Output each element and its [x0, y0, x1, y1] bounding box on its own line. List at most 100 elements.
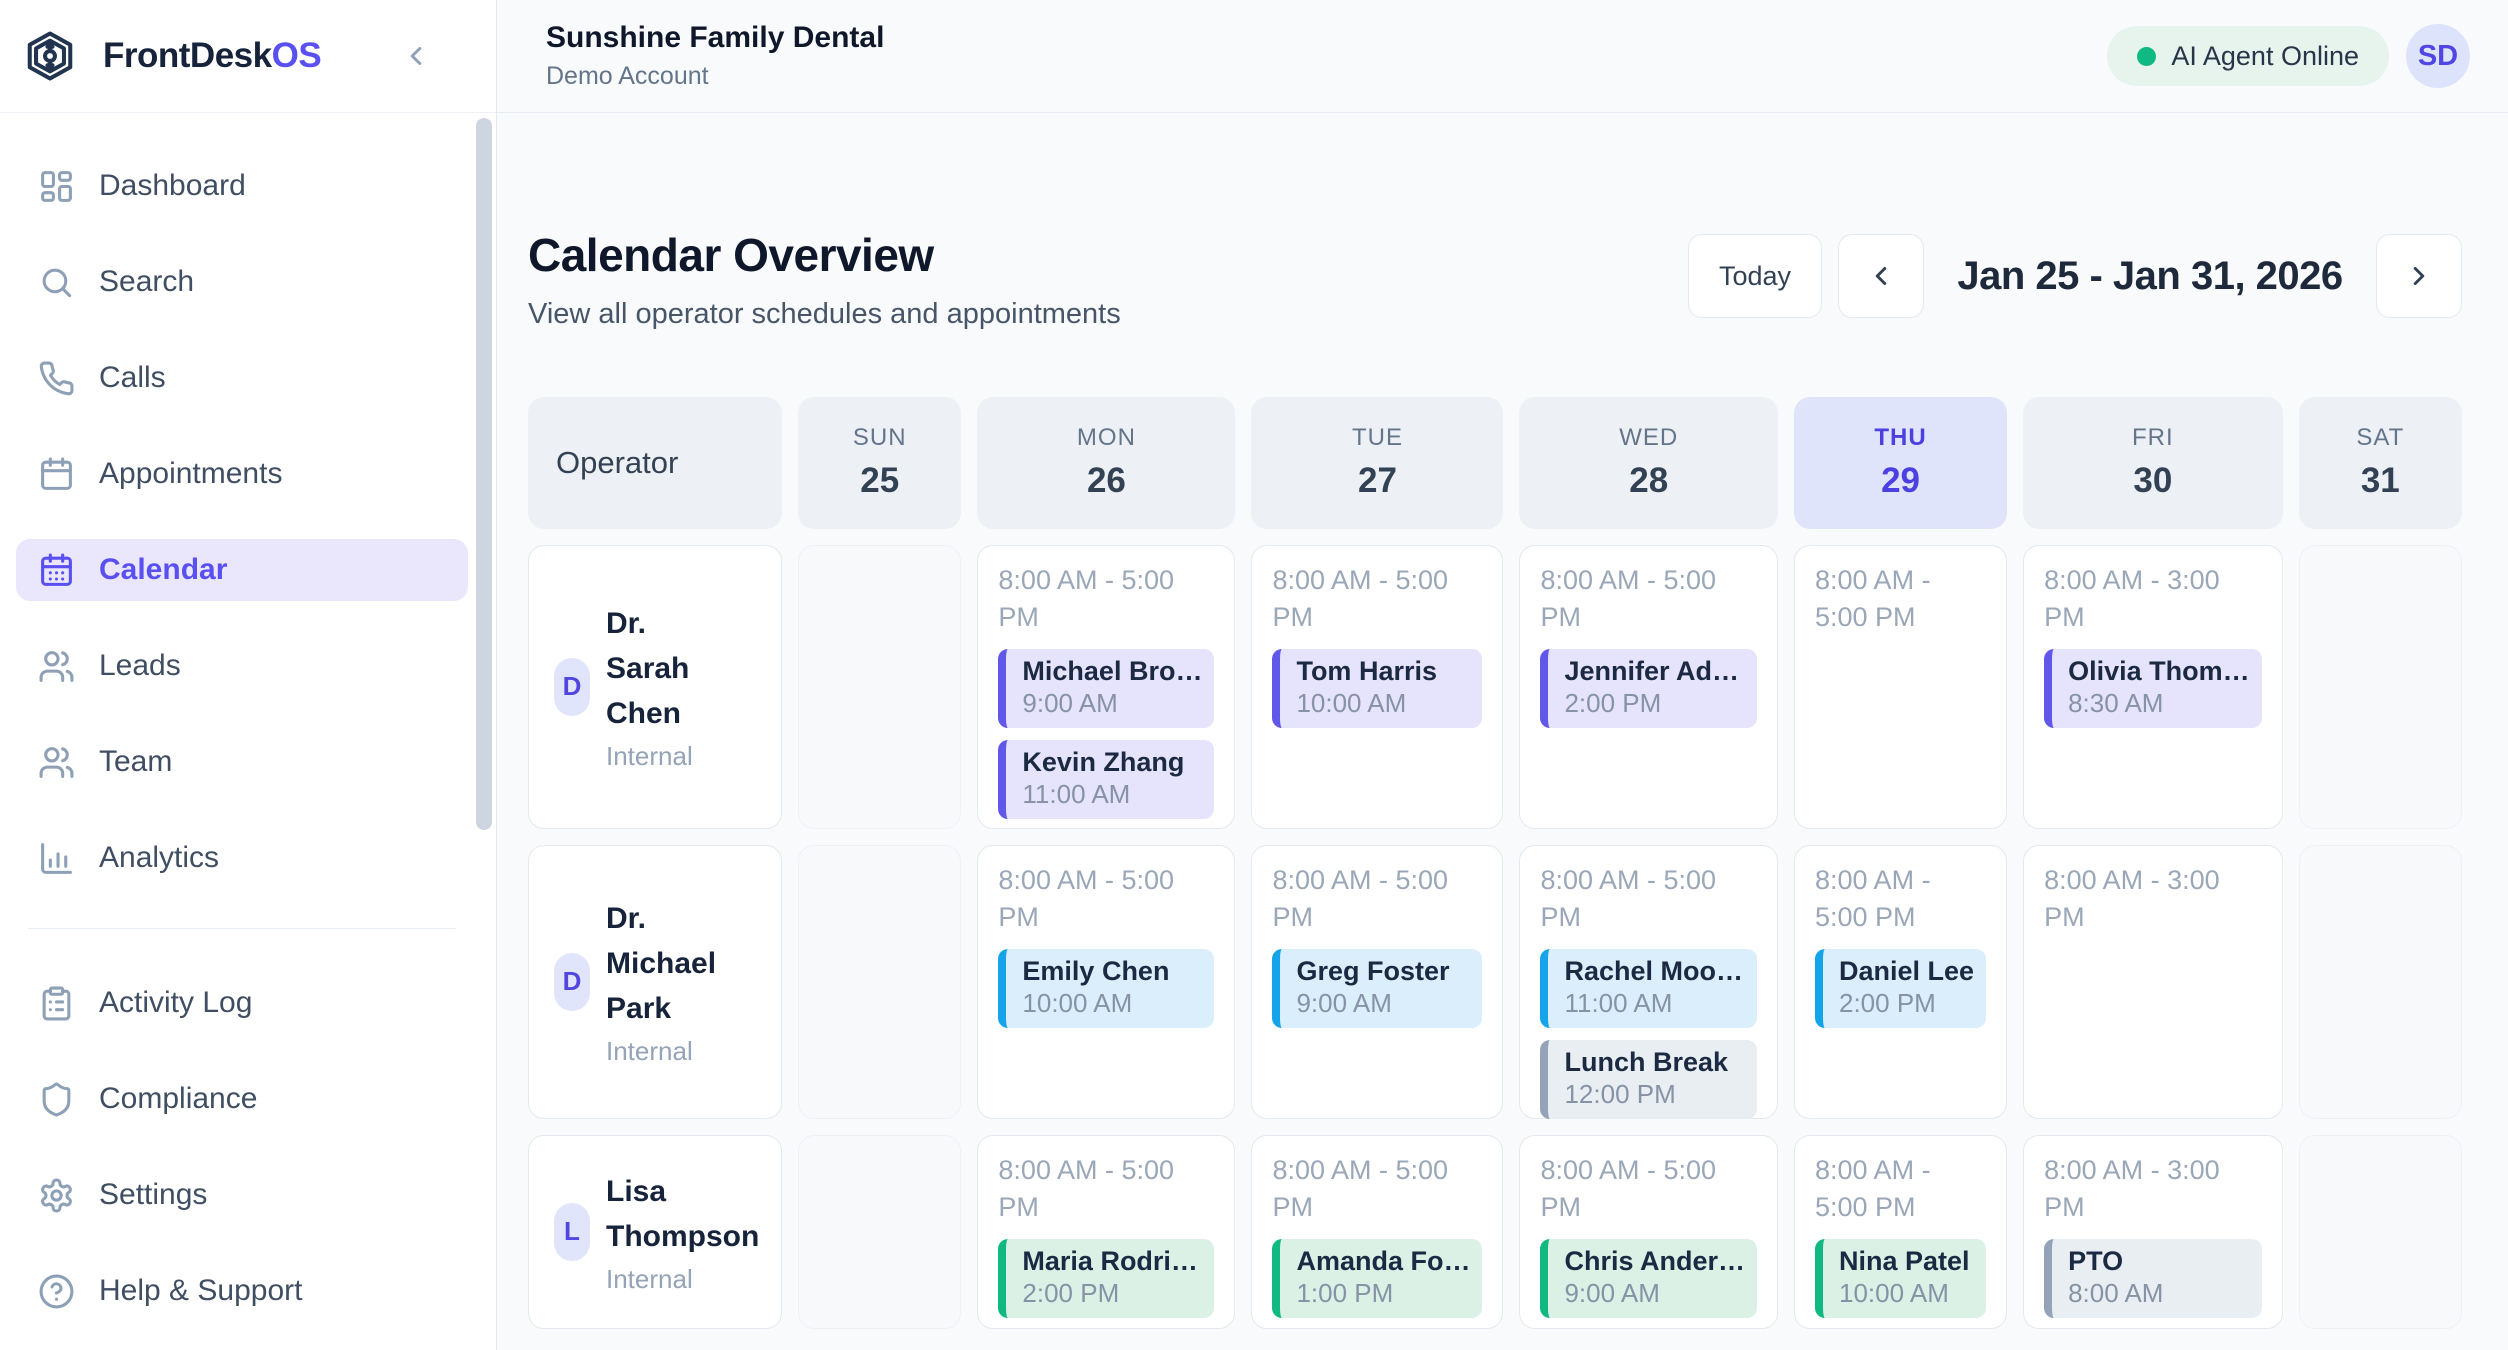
- schedule-cell-empty[interactable]: [2299, 545, 2462, 829]
- sidebar-item-calls[interactable]: Calls: [16, 347, 468, 409]
- schedule-cell-empty[interactable]: [798, 1135, 961, 1329]
- user-avatar[interactable]: SD: [2406, 24, 2470, 88]
- appointment-chip[interactable]: Olivia Thom… 8:30 AM: [2044, 649, 2262, 728]
- sidebar-item-team[interactable]: Team: [16, 731, 468, 793]
- clipboard-list-icon: [38, 985, 75, 1022]
- schedule-cell[interactable]: 8:00 AM - 5:00 PM Rachel Moo… 11:00 AM L…: [1519, 845, 1778, 1119]
- schedule-cell[interactable]: 8:00 AM - 5:00 PM Emily Chen 10:00 AM: [977, 845, 1235, 1119]
- sidebar-nav: Dashboard Search Calls Appointments Cale…: [0, 155, 496, 1322]
- day-header-sat[interactable]: SAT 31: [2299, 397, 2462, 529]
- schedule-cell-empty[interactable]: [798, 545, 961, 829]
- next-week-button[interactable]: [2376, 234, 2462, 318]
- schedule-cell[interactable]: 8:00 AM - 5:00 PM: [1794, 545, 2007, 829]
- appointment-chip[interactable]: Kevin Zhang 11:00 AM: [998, 740, 1214, 819]
- operator-avatar: D: [554, 658, 590, 716]
- sidebar-scrollbar[interactable]: [476, 118, 492, 830]
- users-icon: [38, 744, 75, 781]
- schedule-cell[interactable]: 8:00 AM - 3:00 PM PTO 8:00 AM: [2023, 1135, 2283, 1329]
- schedule-cell[interactable]: 8:00 AM - 5:00 PM Amanda Fo… 1:00 PM: [1251, 1135, 1503, 1329]
- sidebar-item-leads[interactable]: Leads: [16, 635, 468, 697]
- pto-chip[interactable]: PTO 8:00 AM: [2044, 1239, 2262, 1318]
- gear-icon: [38, 1177, 75, 1214]
- operator-card: D Dr. Sarah Chen Internal: [528, 545, 782, 829]
- sidebar-item-dashboard[interactable]: Dashboard: [16, 155, 468, 217]
- topbar: Sunshine Family Dental Demo Account AI A…: [497, 0, 2508, 113]
- schedule-cell[interactable]: 8:00 AM - 5:00 PM Michael Bro… 9:00 AM K…: [977, 545, 1235, 829]
- sidebar-collapse-button[interactable]: [398, 38, 434, 74]
- schedule-cell[interactable]: 8:00 AM - 5:00 PM Daniel Lee 2:00 PM: [1794, 845, 2007, 1119]
- operator-avatar: D: [554, 953, 590, 1011]
- appointment-chip[interactable]: Amanda Fo… 1:00 PM: [1272, 1239, 1482, 1318]
- working-hours: 8:00 AM - 5:00 PM: [998, 1152, 1214, 1228]
- schedule-cell[interactable]: 8:00 AM - 5:00 PM Chris Ander… 9:00 AM: [1519, 1135, 1778, 1329]
- operator-type: Internal: [606, 741, 734, 772]
- schedule-cell[interactable]: 8:00 AM - 5:00 PM Jennifer Ad… 2:00 PM: [1519, 545, 1778, 829]
- day-header-sun[interactable]: SUN 25: [798, 397, 961, 529]
- appointment-chip[interactable]: Jennifer Ad… 2:00 PM: [1540, 649, 1757, 728]
- sidebar-item-compliance[interactable]: Compliance: [16, 1068, 468, 1130]
- working-hours: 8:00 AM - 5:00 PM: [1272, 562, 1482, 638]
- schedule-cell[interactable]: 8:00 AM - 5:00 PM Tom Harris 10:00 AM: [1251, 545, 1503, 829]
- schedule-cell[interactable]: 8:00 AM - 3:00 PM: [2023, 845, 2283, 1119]
- working-hours: 8:00 AM - 5:00 PM: [1815, 862, 1986, 938]
- schedule-cell-empty[interactable]: [2299, 845, 2462, 1119]
- working-hours: 8:00 AM - 3:00 PM: [2044, 862, 2262, 938]
- help-circle-icon: [38, 1273, 75, 1310]
- sidebar-item-settings[interactable]: Settings: [16, 1164, 468, 1226]
- appointment-chip[interactable]: Tom Harris 10:00 AM: [1272, 649, 1482, 728]
- working-hours: 8:00 AM - 5:00 PM: [1815, 562, 1986, 638]
- appointment-chip[interactable]: Rachel Moo… 11:00 AM: [1540, 949, 1757, 1028]
- day-header-mon[interactable]: MON 26: [977, 397, 1235, 529]
- schedule-cell[interactable]: 8:00 AM - 5:00 PM Greg Foster 9:00 AM: [1251, 845, 1503, 1119]
- sidebar-item-label: Appointments: [99, 457, 282, 491]
- calendar-icon: [38, 456, 75, 493]
- sidebar-item-appointments[interactable]: Appointments: [16, 443, 468, 505]
- appointment-chip[interactable]: Maria Rodri… 2:00 PM: [998, 1239, 1214, 1318]
- day-header-fri[interactable]: FRI 30: [2023, 397, 2283, 529]
- appointment-chip[interactable]: Nina Patel 10:00 AM: [1815, 1239, 1986, 1318]
- shield-icon: [38, 1081, 75, 1118]
- prev-week-button[interactable]: [1838, 234, 1924, 318]
- day-header-tue[interactable]: TUE 27: [1251, 397, 1503, 529]
- working-hours: 8:00 AM - 5:00 PM: [1540, 1152, 1757, 1228]
- working-hours: 8:00 AM - 3:00 PM: [2044, 562, 2262, 638]
- schedule-cell[interactable]: 8:00 AM - 5:00 PM Nina Patel 10:00 AM: [1794, 1135, 2007, 1329]
- appointment-chip[interactable]: Greg Foster 9:00 AM: [1272, 949, 1482, 1028]
- agent-status-badge: AI Agent Online: [2107, 26, 2389, 86]
- schedule-cell[interactable]: 8:00 AM - 5:00 PM Maria Rodri… 2:00 PM: [977, 1135, 1235, 1329]
- break-chip[interactable]: Lunch Break 12:00 PM: [1540, 1040, 1757, 1119]
- sidebar-item-label: Search: [99, 265, 194, 299]
- date-range-label: Jan 25 - Jan 31, 2026: [1924, 254, 2376, 299]
- sidebar-item-label: Help & Support: [99, 1274, 302, 1308]
- schedule-cell-empty[interactable]: [2299, 1135, 2462, 1329]
- calendar-grid: Operator SUN 25 MON 26 TUE 27 WED 28 THU…: [528, 397, 2462, 1329]
- working-hours: 8:00 AM - 5:00 PM: [1540, 862, 1757, 938]
- appointment-chip[interactable]: Emily Chen 10:00 AM: [998, 949, 1214, 1028]
- schedule-cell-empty[interactable]: [798, 845, 961, 1119]
- online-dot-icon: [2137, 47, 2156, 66]
- sidebar: FrontDeskOS Dashboard Search Calls: [0, 0, 497, 1350]
- sidebar-item-help-support[interactable]: Help & Support: [16, 1260, 468, 1322]
- calendar-days-icon: [38, 552, 75, 589]
- sidebar-item-calendar[interactable]: Calendar: [16, 539, 468, 601]
- sidebar-item-label: Analytics: [99, 841, 219, 875]
- sidebar-item-search[interactable]: Search: [16, 251, 468, 313]
- sidebar-item-label: Settings: [99, 1178, 207, 1212]
- operator-name: Dr. Michael Park: [606, 896, 734, 1031]
- appointment-chip[interactable]: Michael Bro… 9:00 AM: [998, 649, 1214, 728]
- day-header-thu-today[interactable]: THU 29: [1794, 397, 2007, 529]
- today-button[interactable]: Today: [1688, 234, 1822, 318]
- search-icon: [38, 264, 75, 301]
- chevron-left-icon: [1866, 261, 1896, 291]
- day-header-wed[interactable]: WED 28: [1519, 397, 1778, 529]
- sidebar-item-activity-log[interactable]: Activity Log: [16, 972, 468, 1034]
- appointment-chip[interactable]: Chris Ander… 9:00 AM: [1540, 1239, 1757, 1318]
- operator-name: Dr. Sarah Chen: [606, 601, 734, 736]
- sidebar-item-label: Leads: [99, 649, 181, 683]
- schedule-cell[interactable]: 8:00 AM - 3:00 PM Olivia Thom… 8:30 AM: [2023, 545, 2283, 829]
- appointment-chip[interactable]: Daniel Lee 2:00 PM: [1815, 949, 1986, 1028]
- agent-status-label: AI Agent Online: [2171, 41, 2359, 72]
- bar-chart-icon: [38, 840, 75, 877]
- sidebar-item-analytics[interactable]: Analytics: [16, 827, 468, 889]
- operator-name: Lisa Thompson: [606, 1169, 781, 1259]
